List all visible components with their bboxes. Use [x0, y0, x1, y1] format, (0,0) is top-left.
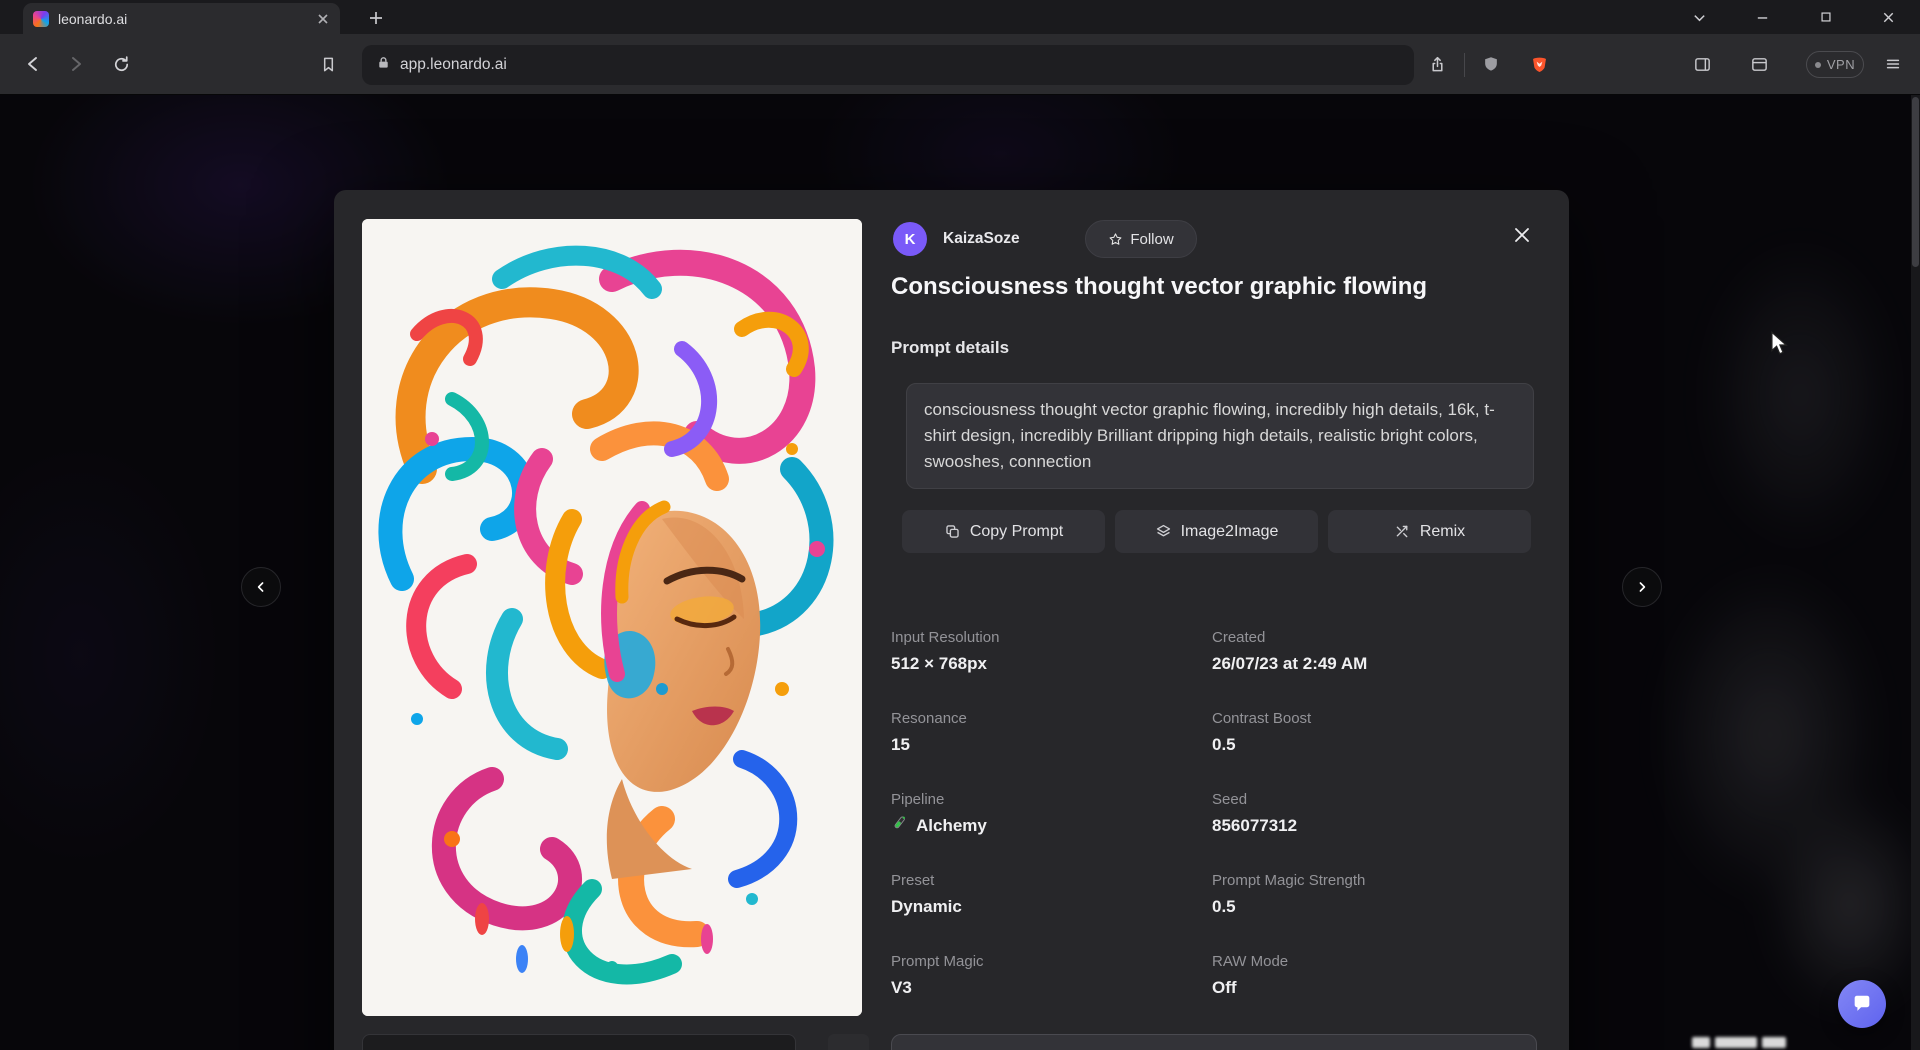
detail-seed: Seed 856077312	[1212, 790, 1537, 838]
prompt-text: consciousness thought vector graphic flo…	[906, 383, 1534, 489]
chevron-left-icon	[253, 579, 269, 595]
toolbar-divider	[1464, 53, 1465, 77]
generation-details: Input Resolution 512 × 768px Created 26/…	[891, 628, 1537, 1000]
chat-icon	[1851, 993, 1873, 1015]
detail-prompt-magic-strength: Prompt Magic Strength 0.5	[1212, 871, 1537, 919]
reload-button[interactable]	[103, 46, 139, 82]
follow-button[interactable]: Follow	[1085, 220, 1197, 258]
browser-titlebar: leonardo.ai	[0, 0, 1920, 34]
page-scrollbar[interactable]	[1911, 95, 1920, 1050]
bookmark-icon[interactable]	[310, 46, 346, 82]
detail-prompt-magic: Prompt Magic V3	[891, 952, 1212, 1000]
copy-prompt-button[interactable]: Copy Prompt	[902, 510, 1105, 553]
thumbnail-item[interactable]	[828, 1034, 869, 1050]
tab-title: leonardo.ai	[58, 11, 307, 27]
detail-contrast-boost: Contrast Boost 0.5	[1212, 709, 1537, 757]
next-image-button[interactable]	[1622, 567, 1662, 607]
url-text: app.leonardo.ai	[400, 56, 507, 74]
detail-preset: Preset Dynamic	[891, 871, 1212, 919]
maximize-button[interactable]	[1794, 0, 1857, 34]
vpn-dot-icon	[1815, 62, 1821, 68]
remix-button[interactable]: Remix	[1328, 510, 1531, 553]
close-window-button[interactable]	[1857, 0, 1920, 34]
detail-panel: K KaizaSoze Follow Consciousness thought…	[891, 190, 1537, 1050]
vpn-badge[interactable]: VPN	[1806, 51, 1864, 78]
browser-tab[interactable]: leonardo.ai	[23, 3, 340, 34]
close-modal-button[interactable]	[1507, 220, 1537, 250]
generate-with-model-button[interactable]: Generate with this model	[891, 1034, 1537, 1050]
image2image-icon	[1155, 523, 1172, 540]
brave-shield-icon[interactable]	[1473, 46, 1509, 82]
new-tab-button[interactable]	[364, 6, 388, 30]
author-name[interactable]: KaizaSoze	[943, 230, 1020, 248]
lock-icon	[376, 55, 391, 75]
artwork-image[interactable]	[362, 219, 862, 1016]
menu-button[interactable]	[1875, 46, 1911, 82]
prompt-details-heading: Prompt details	[891, 338, 1009, 358]
remix-icon	[1394, 523, 1411, 540]
copy-icon	[944, 523, 961, 540]
detail-pipeline: Pipeline Alchemy	[891, 790, 1212, 838]
close-icon	[1512, 225, 1532, 245]
detail-raw-mode: RAW Mode Off	[1212, 952, 1537, 1000]
page-content: K KaizaSoze Follow Consciousness thought…	[0, 95, 1920, 1050]
image2image-button[interactable]: Image2Image	[1115, 510, 1318, 553]
browser-toolbar: app.leonardo.ai VPN	[0, 34, 1920, 95]
thumbnail-strip[interactable]	[362, 1034, 796, 1050]
split-view-icon[interactable]	[1741, 46, 1777, 82]
leonardo-favicon	[33, 11, 49, 27]
chevron-right-icon	[1634, 579, 1650, 595]
tab-close-icon[interactable]	[316, 12, 330, 26]
image-title: Consciousness thought vector graphic flo…	[891, 272, 1537, 302]
image-detail-modal: K KaizaSoze Follow Consciousness thought…	[334, 190, 1569, 1050]
test-tube-icon	[891, 814, 908, 838]
background-text-fragment	[1692, 1037, 1786, 1048]
support-chat-button[interactable]	[1838, 980, 1886, 1028]
tab-search-chevron-icon[interactable]	[1668, 0, 1731, 34]
prompt-actions: Copy Prompt Image2Image Remix	[902, 510, 1531, 553]
detail-input-resolution: Input Resolution 512 × 768px	[891, 628, 1212, 676]
artwork-svg	[362, 219, 862, 1016]
prev-image-button[interactable]	[241, 567, 281, 607]
detail-resonance: Resonance 15	[891, 709, 1212, 757]
star-icon	[1108, 232, 1123, 247]
sidebar-toggle-icon[interactable]	[1684, 46, 1720, 82]
minimize-button[interactable]	[1731, 0, 1794, 34]
detail-created: Created 26/07/23 at 2:49 AM	[1212, 628, 1537, 676]
window-controls	[1668, 0, 1920, 34]
avatar[interactable]: K	[893, 222, 927, 256]
back-button[interactable]	[15, 46, 51, 82]
scrollbar-thumb[interactable]	[1912, 97, 1919, 267]
share-icon[interactable]	[1419, 46, 1455, 82]
brave-logo-icon[interactable]	[1521, 46, 1557, 82]
address-bar[interactable]: app.leonardo.ai	[362, 45, 1414, 85]
forward-button[interactable]	[58, 46, 94, 82]
